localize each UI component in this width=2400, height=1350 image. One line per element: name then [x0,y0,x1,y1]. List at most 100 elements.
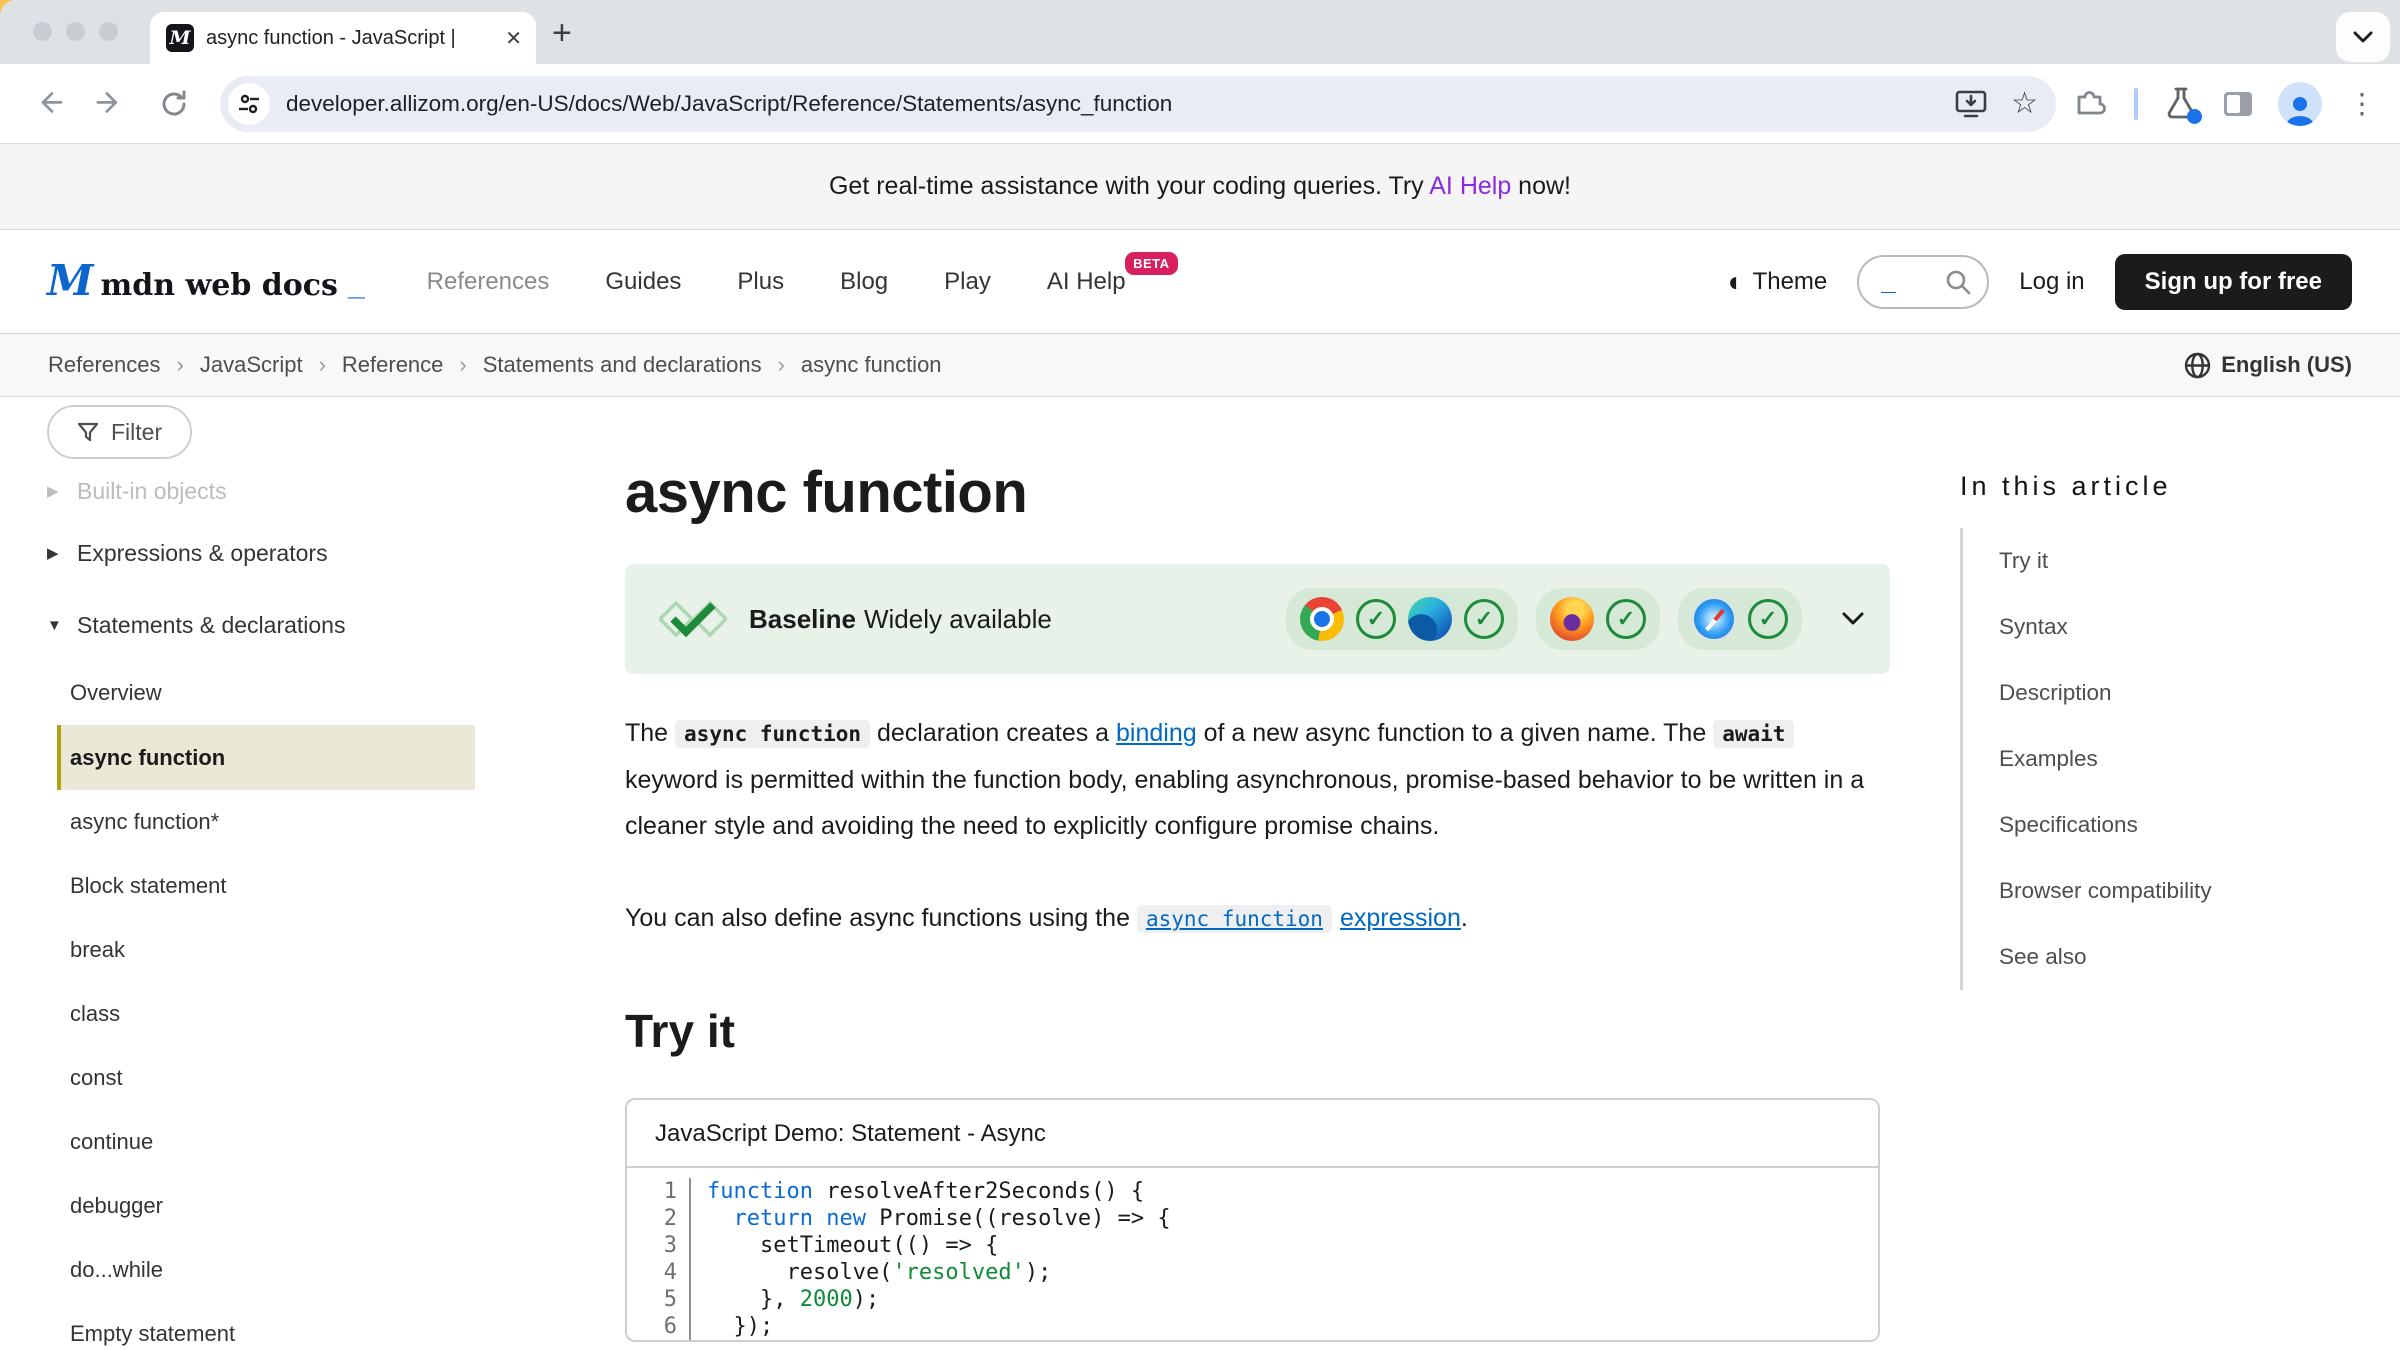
forward-button[interactable] [90,88,134,120]
baseline-status: BaselineWidely available [749,604,1052,635]
code-token: 'resolved' [892,1260,1024,1285]
login-link[interactable]: Log in [2019,268,2084,296]
crumb-javascript[interactable]: JavaScript [200,352,303,378]
sidebar-item-class[interactable]: class [47,982,575,1046]
nav-item-blog[interactable]: Blog [840,268,888,296]
triangle-down-icon: ▼ [47,617,65,634]
theme-button[interactable]: ◐ Theme [1728,268,1828,296]
toc-item-examples[interactable]: Examples [1999,726,2360,792]
signup-button[interactable]: Sign up for free [2115,254,2352,310]
line-number: 3 [627,1232,677,1259]
back-button[interactable] [28,88,72,120]
text: of a new async function to a given name.… [1197,719,1714,747]
sidebar-item-async-function-star[interactable]: async function* [47,790,575,854]
extensions-icon[interactable] [2072,86,2108,122]
filter-button[interactable]: Filter [47,405,192,459]
sidebar-section-statements[interactable]: ▼ Statements & declarations [47,589,575,661]
site-info-button[interactable] [228,83,270,125]
code-token: Promise((resolve) => { [866,1206,1171,1231]
profile-avatar[interactable] [2278,82,2322,126]
bookmark-star-icon[interactable]: ☆ [2011,89,2038,119]
sidebar-item-const[interactable]: const [47,1046,575,1110]
search-caret: _ [1881,276,1895,286]
sidebar-item-break[interactable]: break [47,918,575,982]
browser-tab[interactable]: M async function - JavaScript | ✕ [150,12,536,64]
nav-item-references[interactable]: References [427,268,550,296]
nav-item-plus[interactable]: Plus [737,268,784,296]
sidebar-item-debugger[interactable]: debugger [47,1174,575,1238]
sidebar-item-overview[interactable]: Overview [47,661,575,725]
code-editor[interactable]: 1 2 3 4 5 6 function resolveAfter2Second… [627,1168,1878,1340]
line-number: 2 [627,1205,677,1232]
sidebar-section-expressions[interactable]: ▶ Expressions & operators [47,517,575,589]
reload-button[interactable] [152,88,196,120]
sidebar-item-async-function[interactable]: async function [57,725,475,790]
demo-card: JavaScript Demo: Statement - Async 1 2 3… [625,1098,1880,1342]
line-number: 1 [627,1178,677,1205]
binding-link[interactable]: binding [1116,719,1197,747]
sidebar-item-continue[interactable]: continue [47,1110,575,1174]
crumb-reference[interactable]: Reference [342,352,444,378]
forward-icon [96,88,128,120]
expression-link[interactable]: expression [1340,904,1461,932]
sidebar-item-list: Overview async function async function* … [47,661,575,1350]
breadcrumb-bar: References › JavaScript › Reference › St… [0,334,2400,397]
filter-label: Filter [111,419,162,446]
menu-dots-icon[interactable]: ⋮ [2348,90,2376,118]
tab-search-button[interactable] [2336,12,2390,62]
sidebar-item-block-statement[interactable]: Block statement [47,854,575,918]
edge-icon [1408,597,1452,641]
sidebar: Filter ▶ Built-in objects ▶ Expressions … [0,397,575,1350]
globe-icon [2184,352,2211,379]
check-icon: ✓ [1356,599,1396,639]
language-button[interactable]: English (US) [2184,352,2352,379]
experiments-button[interactable] [2164,86,2198,122]
nav-item-guides[interactable]: Guides [605,268,681,296]
mdn-logo[interactable]: M mdn web docs _ [47,260,365,303]
toc-item-try-it[interactable]: Try it [1999,528,2360,594]
mdn-logo-underscore: _ [348,269,365,303]
window-zoom-button[interactable] [99,22,118,41]
toc-item-description[interactable]: Description [1999,660,2360,726]
window-minimize-button[interactable] [66,22,85,41]
sidebar-item-empty-statement[interactable]: Empty statement [47,1302,575,1350]
demo-title: JavaScript Demo: Statement - Async [627,1100,1878,1168]
crumb-async-function: async function [801,352,942,378]
toc-item-browser-compatibility[interactable]: Browser compatibility [1999,858,2360,924]
nav-item-ai-help[interactable]: AI HelpBETA [1047,268,1126,296]
filter-icon [77,421,99,443]
baseline-expand-button[interactable] [1842,612,1864,626]
tab-close-icon[interactable]: ✕ [505,26,522,51]
new-tab-button[interactable]: + [552,14,572,53]
crumb-references[interactable]: References [48,352,161,378]
crumb-statements[interactable]: Statements and declarations [483,352,762,378]
text: . [1461,904,1468,932]
search-input[interactable]: _ [1857,255,1989,309]
safari-support-pill: ✓ [1678,588,1802,650]
text: You can also define async functions usin… [625,904,1137,932]
line-number: 5 [627,1286,677,1313]
ai-help-link[interactable]: AI Help [1429,172,1511,200]
async-function-expression-code-link[interactable]: async function [1137,905,1332,933]
window-controls [33,22,118,41]
toc-item-specifications[interactable]: Specifications [1999,792,2360,858]
side-panel-icon[interactable] [2224,92,2252,116]
theme-icon: ◐ [1728,268,1745,296]
toolbar-separator [2134,88,2138,120]
install-icon[interactable] [1955,89,1987,119]
site-header: M mdn web docs _ References Guides Plus … [0,230,2400,334]
address-bar[interactable]: developer.allizom.org/en-US/docs/Web/Jav… [220,76,2056,132]
code-token: ); [1025,1260,1052,1285]
window-close-button[interactable] [33,22,52,41]
reload-icon [158,88,190,120]
toc-sidebar: In this article Try it Syntax Descriptio… [1960,397,2360,1350]
sidebar-item-do-while[interactable]: do...while [47,1238,575,1302]
toc-item-syntax[interactable]: Syntax [1999,594,2360,660]
triangle-right-icon: ▶ [47,482,65,500]
toc-item-see-also[interactable]: See also [1999,924,2360,990]
intro-paragraph: The async function declaration creates a… [625,710,1875,849]
nav-item-play[interactable]: Play [944,268,991,296]
sidebar-item-built-in-objects[interactable]: ▶ Built-in objects [47,465,575,517]
crumb-separator: › [778,352,785,378]
url-text[interactable]: developer.allizom.org/en-US/docs/Web/Jav… [286,91,1937,117]
